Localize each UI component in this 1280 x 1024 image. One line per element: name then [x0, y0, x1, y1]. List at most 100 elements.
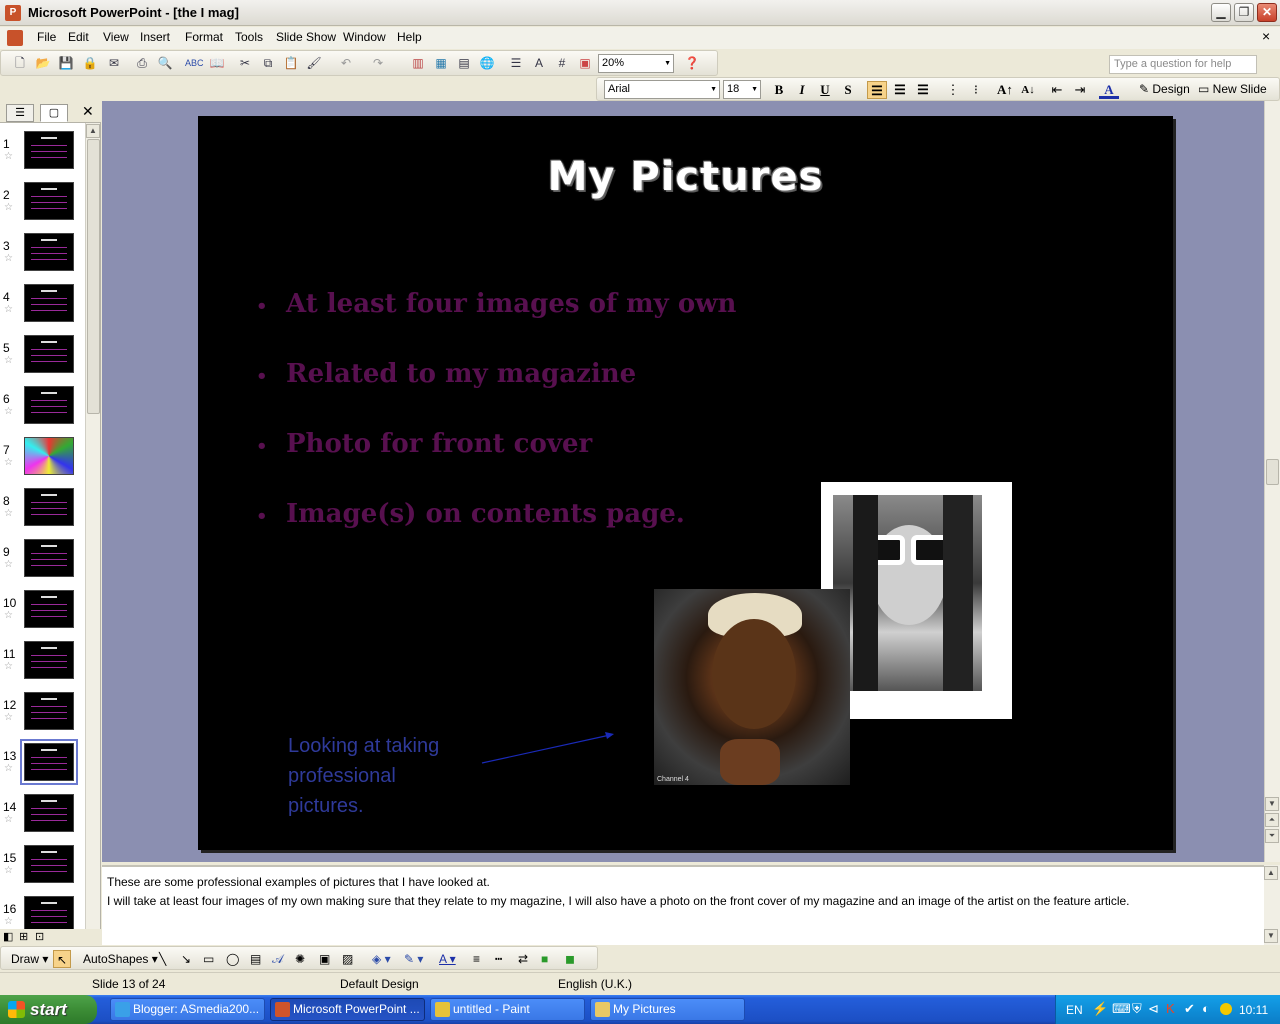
menu-view[interactable]: View: [103, 30, 129, 44]
spelling-icon[interactable]: ABC: [185, 55, 204, 72]
bullets-button[interactable]: ⁝: [966, 81, 986, 99]
scroll-down-icon[interactable]: ▼: [1264, 929, 1278, 943]
insert-chart-icon[interactable]: ▥: [409, 55, 427, 72]
design-button[interactable]: ✎ Design: [1139, 82, 1190, 96]
print-preview-icon[interactable]: 🔍: [156, 55, 174, 72]
shadow-style-icon[interactable]: ■: [541, 950, 548, 968]
select-objects-icon[interactable]: ↖: [53, 950, 71, 968]
arrow-shape[interactable]: [478, 726, 618, 766]
scroll-thumb[interactable]: [87, 139, 100, 414]
close-document-icon[interactable]: ×: [1262, 28, 1270, 44]
scroll-up-icon[interactable]: ▲: [86, 124, 100, 138]
insert-hyperlink-icon[interactable]: 🌐: [478, 55, 496, 72]
zoom-select[interactable]: 20% ▼: [598, 54, 674, 73]
menu-help[interactable]: Help: [397, 30, 422, 44]
decrease-indent-button[interactable]: ⇤: [1047, 81, 1067, 99]
photo-man-portrait[interactable]: Channel 4: [654, 589, 850, 785]
close-pane-icon[interactable]: ✕: [82, 103, 94, 120]
show-formatting-icon[interactable]: A: [530, 55, 548, 72]
slide-show-icon[interactable]: ⊡: [35, 930, 44, 943]
underline-button[interactable]: U: [815, 81, 835, 99]
antivirus-icon[interactable]: K: [1166, 1001, 1175, 1016]
align-left-button[interactable]: ☰: [867, 81, 887, 99]
menu-slide-show[interactable]: Slide Show: [276, 30, 336, 44]
slide-thumbnail[interactable]: [24, 335, 74, 373]
oval-icon[interactable]: ◯: [226, 950, 239, 968]
keyboard-icon[interactable]: ⌨: [1112, 1001, 1131, 1017]
permission-icon[interactable]: 🔒: [81, 55, 99, 72]
research-icon[interactable]: 📖: [208, 55, 226, 72]
increase-indent-button[interactable]: ⇥: [1070, 81, 1090, 99]
numbering-button[interactable]: ⋮: [943, 81, 963, 99]
slide-thumbnail[interactable]: [24, 284, 74, 322]
network-icon[interactable]: ⚡: [1092, 1001, 1108, 1017]
bold-button[interactable]: B: [769, 81, 789, 99]
status-icon[interactable]: [1220, 1003, 1232, 1015]
line-style-icon[interactable]: ≡: [473, 950, 480, 968]
email-icon[interactable]: ✉: [105, 55, 123, 72]
copy-icon[interactable]: ⧉: [259, 55, 277, 72]
rectangle-icon[interactable]: ▭: [203, 950, 214, 968]
help-search-input[interactable]: Type a question for help: [1109, 55, 1257, 74]
volume-icon[interactable]: ◐: [1202, 1001, 1210, 1016]
bullet-item[interactable]: • Photo for front cover: [256, 429, 592, 459]
italic-button[interactable]: I: [792, 81, 812, 99]
menu-tools[interactable]: Tools: [235, 30, 263, 44]
slide-thumbnail[interactable]: [24, 131, 74, 169]
font-select[interactable]: Arial ▼: [604, 80, 720, 99]
slide-thumbnail[interactable]: [24, 386, 74, 424]
slide-canvas[interactable]: My Pictures • At least four images of my …: [198, 116, 1173, 850]
expand-all-icon[interactable]: ☰: [507, 55, 525, 72]
slide-thumbnail[interactable]: [24, 437, 74, 475]
wordart-icon[interactable]: 𝒜: [272, 950, 283, 968]
color-grayscale-icon[interactable]: ▣: [576, 55, 594, 72]
slide-thumbnail[interactable]: [24, 794, 74, 832]
draw-menu-button[interactable]: Draw ▾: [11, 950, 48, 968]
help-icon[interactable]: ❓: [683, 55, 701, 72]
redo-icon[interactable]: ↷: [369, 55, 387, 72]
arrow-style-icon[interactable]: ⇄: [518, 950, 528, 968]
fill-color-icon[interactable]: ◈ ▾: [372, 950, 391, 968]
textbox-icon[interactable]: ▤: [250, 950, 261, 968]
powerpoint-icon[interactable]: P: [5, 5, 21, 21]
task-blogger[interactable]: Blogger: ASmedia200...: [110, 998, 265, 1021]
diagram-icon[interactable]: ✺: [295, 950, 305, 968]
scroll-down-icon[interactable]: ▼: [1265, 797, 1279, 811]
picture-icon[interactable]: ▨: [342, 950, 353, 968]
menu-format[interactable]: Format: [185, 30, 223, 44]
slide-thumbnail[interactable]: [24, 233, 74, 271]
decrease-font-button[interactable]: A↓: [1018, 81, 1038, 99]
language-indicator[interactable]: EN: [1066, 1003, 1083, 1017]
insert-table-icon[interactable]: ▦: [432, 55, 450, 72]
open-icon[interactable]: 📂: [34, 55, 52, 72]
close-button[interactable]: ✕: [1257, 3, 1277, 22]
menu-edit[interactable]: Edit: [68, 30, 89, 44]
slide-thumbnail[interactable]: [24, 845, 74, 883]
slide-thumbnail[interactable]: [24, 590, 74, 628]
slide-thumbnail[interactable]: [24, 539, 74, 577]
task-paint[interactable]: untitled - Paint: [430, 998, 585, 1021]
slides-scrollbar[interactable]: ▲ ▼: [85, 123, 100, 945]
security-icon[interactable]: ✔: [1184, 1001, 1195, 1017]
save-icon[interactable]: 💾: [57, 55, 75, 72]
normal-view-icon[interactable]: ◧: [3, 930, 13, 943]
align-center-button[interactable]: ☰: [890, 81, 910, 99]
line-icon[interactable]: ╲: [159, 950, 166, 968]
new-slide-button[interactable]: ▭ New Slide: [1198, 82, 1267, 96]
menu-insert[interactable]: Insert: [140, 30, 170, 44]
notes-pane[interactable]: These are some professional examples of …: [102, 865, 1264, 945]
autoshapes-button[interactable]: AutoShapes ▾: [83, 950, 158, 968]
shadow-button[interactable]: S: [838, 81, 858, 99]
bullet-item[interactable]: • Related to my magazine: [256, 359, 636, 389]
undo-icon[interactable]: ↶: [337, 55, 355, 72]
slide-thumbnail[interactable]: [24, 488, 74, 526]
menu-file[interactable]: File: [37, 30, 56, 44]
slide-thumbnail[interactable]: [24, 692, 74, 730]
document-icon[interactable]: [7, 30, 23, 46]
task-my-pictures[interactable]: My Pictures: [590, 998, 745, 1021]
slide-scrollbar[interactable]: ▼ ⏶ ⏷: [1264, 101, 1280, 862]
font-size-select[interactable]: 18 ▼: [723, 80, 761, 99]
new-icon[interactable]: 🗋: [11, 55, 29, 72]
menu-window[interactable]: Window: [343, 30, 386, 44]
slide-thumbnail[interactable]: [20, 739, 78, 785]
